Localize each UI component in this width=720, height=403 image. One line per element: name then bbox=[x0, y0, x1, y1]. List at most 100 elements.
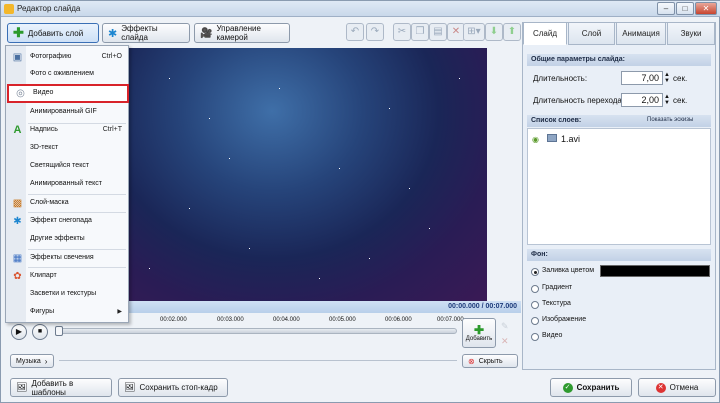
bg-video-label: Видео bbox=[542, 332, 563, 339]
menu-item-snowfall[interactable]: ✱ Эффект снегопада bbox=[6, 213, 128, 230]
add-layer-button[interactable]: ✚ Добавить слой bbox=[7, 23, 99, 43]
duration-label: Длительность: bbox=[533, 74, 588, 83]
editor-window: Редактор слайда – □ ✕ ✚ Добавить слой ✱ … bbox=[0, 0, 720, 403]
tick-label: 00:02.000 bbox=[160, 317, 187, 323]
background-header: Фон: bbox=[527, 249, 711, 261]
photo-icon: ▣ bbox=[12, 52, 23, 63]
tick-label: 00:07.000 bbox=[437, 317, 464, 323]
menu-item-glow-effects[interactable]: ▦ Эффекты свечения bbox=[6, 250, 128, 267]
camera-icon: 🎥 bbox=[200, 27, 213, 39]
tab-sounds[interactable]: Звуки bbox=[667, 22, 715, 45]
move-down-icon[interactable]: ⬇ bbox=[485, 23, 503, 41]
maximize-button[interactable]: □ bbox=[676, 2, 694, 15]
tick-label: 00:04.000 bbox=[273, 317, 300, 323]
menu-item-shapes[interactable]: Фигуры ▶ bbox=[6, 304, 128, 321]
cancel-icon: ✕ bbox=[655, 382, 666, 393]
music-button[interactable]: Музыка › bbox=[10, 354, 54, 368]
transition-input[interactable]: 2,00 bbox=[621, 93, 663, 107]
tick-label: 00:06.000 bbox=[385, 317, 412, 323]
add-to-templates-button[interactable]: 🖼 Добавить в шаблоны bbox=[10, 378, 112, 397]
menu-item-photo[interactable]: ▣ Фотографию Ctrl+O bbox=[6, 49, 128, 66]
layers-header-label: Список слоев: bbox=[531, 117, 582, 124]
save-frame-label: Сохранить стоп-кадр bbox=[139, 383, 218, 392]
show-thumbnails-link[interactable]: Показать эскизы bbox=[647, 117, 693, 123]
layer-item-name[interactable]: 1.avi bbox=[561, 134, 580, 144]
general-params-header: Общие параметры слайда: bbox=[527, 54, 711, 66]
timeline-bar bbox=[57, 328, 457, 334]
plus-icon: ✚ bbox=[13, 25, 24, 40]
bg-color-swatch[interactable] bbox=[600, 265, 710, 277]
close-window-button[interactable]: ✕ bbox=[695, 2, 717, 15]
glow-icon: ▦ bbox=[12, 253, 23, 264]
menu-item-mask[interactable]: ▩ Слой-маска bbox=[6, 195, 128, 212]
tab-animation[interactable]: Анимация bbox=[616, 22, 666, 45]
slide-effects-button[interactable]: ✱ Эффекты слайда bbox=[102, 23, 190, 43]
title-bar: Редактор слайда – □ ✕ bbox=[1, 1, 720, 17]
menu-item-gif[interactable]: Анимированный GIF bbox=[6, 104, 128, 121]
bg-fill-radio[interactable] bbox=[531, 268, 539, 276]
menu-item-clipart[interactable]: ✿ Клипарт bbox=[6, 268, 128, 285]
add-to-templates-label: Добавить в шаблоны bbox=[31, 378, 74, 397]
copy-icon[interactable]: ❐ bbox=[411, 23, 429, 41]
bg-gradient-radio[interactable] bbox=[531, 285, 539, 293]
effects-icon: ✱ bbox=[108, 27, 118, 40]
timeline-time: 00:00.000 / 00:07.000 bbox=[448, 303, 517, 310]
menu-item-live-photo[interactable]: Фото с оживлением bbox=[6, 66, 128, 83]
tab-layer[interactable]: Слой bbox=[568, 22, 615, 45]
video-icon: ◎ bbox=[16, 88, 25, 99]
app-icon bbox=[4, 4, 14, 14]
bg-texture-radio[interactable] bbox=[531, 301, 539, 309]
hide-label: Скрыть bbox=[478, 357, 503, 365]
move-up-icon[interactable]: ⬆ bbox=[503, 23, 521, 41]
transition-label: Длительность перехода: bbox=[533, 96, 625, 105]
cancel-label: Отмена bbox=[669, 383, 699, 392]
snowflake-icon: ✱ bbox=[13, 216, 22, 227]
add-timeline-button[interactable]: ✚ Добавить bbox=[462, 318, 496, 348]
save-frame-button[interactable]: 🖼 Сохранить стоп-кадр bbox=[118, 378, 228, 397]
tick-label: 00:05.000 bbox=[329, 317, 356, 323]
menu-item-glowing-text[interactable]: Светящийся текст bbox=[6, 158, 128, 175]
paste-icon[interactable]: ▤ bbox=[429, 23, 447, 41]
hide-button[interactable]: ⊗ Скрыть bbox=[462, 354, 518, 368]
save-label: Сохранить bbox=[576, 383, 620, 392]
cancel-button[interactable]: ✕ Отмена bbox=[638, 378, 716, 397]
menu-item-caption[interactable]: A Надпись Ctrl+T bbox=[6, 122, 128, 139]
camera-control-button[interactable]: 🎥 Управление камерой bbox=[194, 23, 290, 43]
edit-icon[interactable]: ✎ bbox=[501, 321, 509, 332]
bg-image-radio[interactable] bbox=[531, 317, 539, 325]
tab-slide[interactable]: Слайд bbox=[523, 22, 567, 45]
clipart-icon: ✿ bbox=[13, 271, 22, 282]
stop-button[interactable]: ■ bbox=[32, 324, 48, 340]
music-track bbox=[59, 360, 457, 361]
add-timeline-label: Добавить bbox=[465, 336, 493, 342]
menu-item-textures[interactable]: Засветки и текстуры bbox=[6, 286, 128, 303]
check-icon: ✓ bbox=[562, 382, 573, 393]
undo-icon[interactable]: ↶ bbox=[346, 23, 364, 41]
remove-icon[interactable]: ✕ bbox=[501, 336, 509, 347]
transition-spinner[interactable]: ▲ ▼ bbox=[664, 94, 670, 106]
duration-input[interactable]: 7,00 bbox=[621, 71, 663, 85]
slide-preview[interactable] bbox=[129, 48, 487, 301]
play-button[interactable]: ▶ bbox=[11, 324, 27, 340]
menu-item-video[interactable]: ◎ Видео bbox=[7, 84, 129, 103]
cut-icon[interactable]: ✂ bbox=[393, 23, 411, 41]
redo-icon[interactable]: ↷ bbox=[366, 23, 384, 41]
timeline-handle[interactable] bbox=[55, 326, 63, 336]
slide-effects-label: Эффекты слайда bbox=[121, 24, 158, 42]
menu-item-other-effects[interactable]: Другие эффекты bbox=[6, 231, 128, 248]
submenu-arrow-icon: ▶ bbox=[117, 309, 122, 315]
arrange-dropdown-icon[interactable]: ⊞▾ bbox=[463, 23, 485, 41]
visibility-icon[interactable]: ◉ bbox=[532, 135, 539, 144]
duration-spinner[interactable]: ▲ ▼ bbox=[664, 72, 670, 84]
tick-label: 00:03.000 bbox=[217, 317, 244, 323]
save-button[interactable]: ✓ Сохранить bbox=[550, 378, 632, 397]
minimize-button[interactable]: – bbox=[657, 2, 675, 15]
menu-item-3d-text[interactable]: 3D-текст bbox=[6, 140, 128, 157]
text-icon: A bbox=[13, 124, 22, 136]
music-label: Музыка bbox=[16, 357, 41, 365]
menu-item-animated-text[interactable]: Анимированный текст bbox=[6, 176, 128, 193]
frame-icon: 🖼 bbox=[124, 382, 136, 392]
duration-unit: сек. bbox=[673, 74, 688, 83]
camera-control-label: Управление камерой bbox=[216, 24, 261, 42]
bg-video-radio[interactable] bbox=[531, 333, 539, 341]
